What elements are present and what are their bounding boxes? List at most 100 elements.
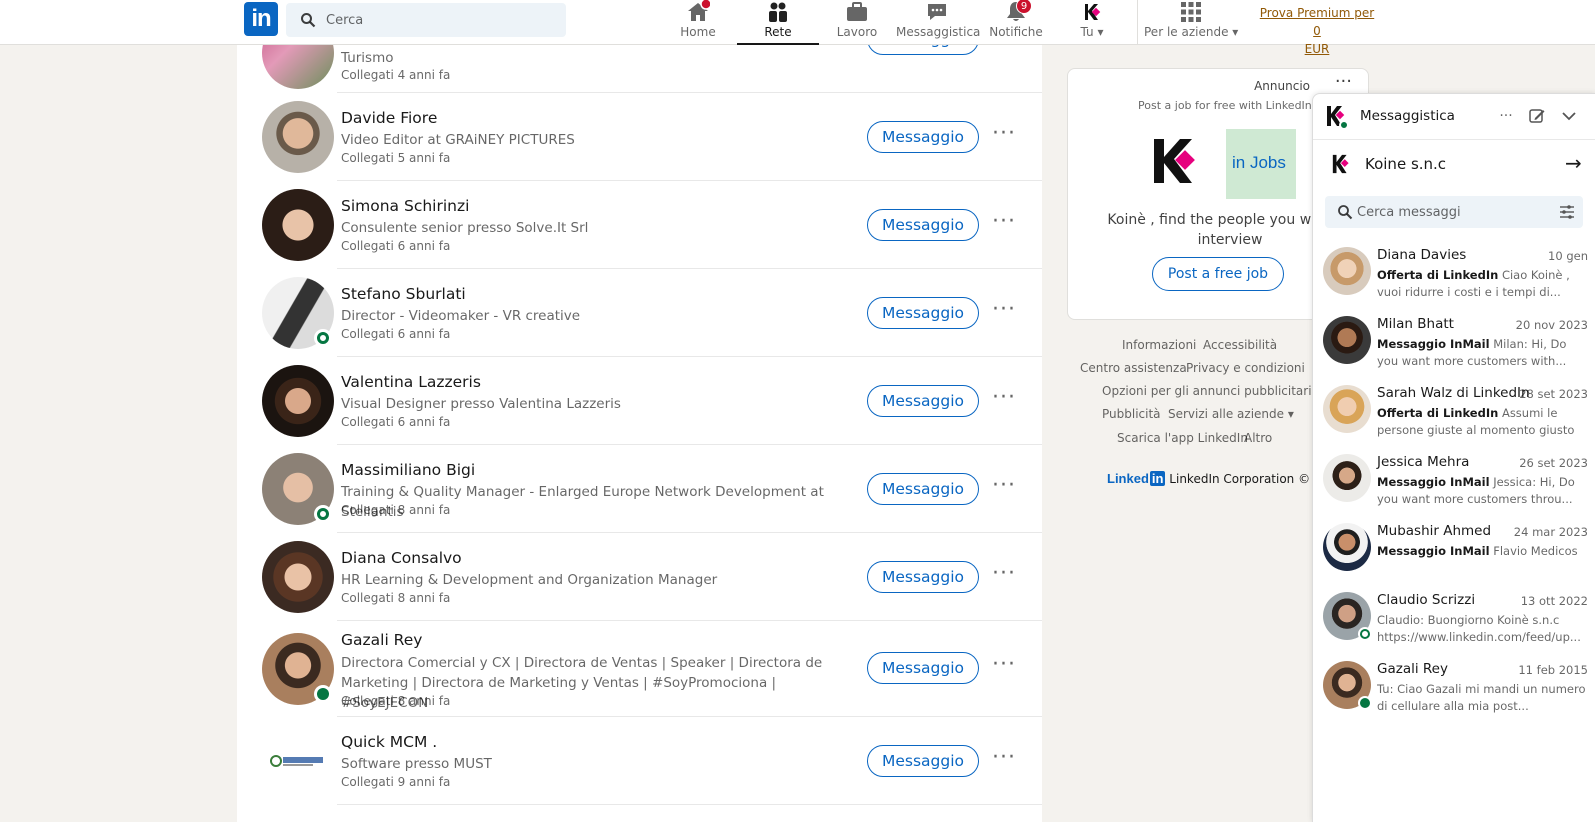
connection-name[interactable]: Simona Schirinzi (341, 197, 469, 215)
avatar (1323, 454, 1371, 502)
post-free-job-button[interactable]: Post a free job (1152, 257, 1284, 291)
footer-link[interactable]: Centro assistenza (1080, 361, 1187, 375)
footer-link[interactable]: Altro (1244, 431, 1272, 445)
messaging-header[interactable]: Messaggistica ··· (1313, 94, 1595, 140)
message-button[interactable]: Messaggio (867, 121, 979, 153)
message-button[interactable]: Messaggio (867, 45, 979, 55)
footer-brand: Linked in LinkedIn Corporation © 2024 (1107, 471, 1344, 486)
connection-row: Davide Fiore Video Editor at GRAiNEY PIC… (237, 93, 1042, 181)
message-button[interactable]: Messaggio (867, 561, 979, 593)
home-icon (688, 0, 710, 21)
message-button[interactable]: Messaggio (867, 745, 979, 777)
connection-name[interactable]: Valentina Lazzeris (341, 373, 481, 391)
connection-name[interactable]: Stefano Sburlati (341, 285, 466, 303)
avatar[interactable] (262, 725, 334, 797)
nav-notifications[interactable]: 9 Notifiche (988, 0, 1044, 45)
message-button[interactable]: Messaggio (867, 652, 979, 684)
footer-link[interactable]: Servizi alle aziende ▾ (1168, 407, 1294, 421)
footer-link[interactable]: Opzioni per gli annunci pubblicitari (1102, 384, 1312, 398)
connections-list: Turismo Collegati 4 anni fa Messaggio ··… (237, 45, 1042, 822)
linkedin-wordmark-icon: Linked in (1107, 471, 1166, 486)
conversation-date: 11 feb 2015 (1518, 663, 1588, 677)
search-input[interactable] (326, 3, 556, 37)
footer-link[interactable]: Scarica l'app LinkedIn (1117, 431, 1248, 445)
more-options-icon[interactable]: ··· (989, 561, 1019, 593)
ad-more-options-icon[interactable]: ··· (1335, 71, 1352, 92)
more-options-icon[interactable]: ··· (989, 297, 1019, 329)
arrow-right-icon[interactable]: → (1565, 151, 1582, 175)
connection-name[interactable]: Gazali Rey (341, 631, 422, 649)
nav-messaging-label: Messaggistica (896, 25, 981, 39)
avatar[interactable] (262, 45, 334, 89)
compose-icon[interactable] (1527, 106, 1547, 126)
conversation-item[interactable]: Jessica Mehra 26 set 2023 Messaggio InMa… (1313, 446, 1595, 516)
footer-link[interactable]: Informazioni (1122, 338, 1196, 352)
company-page-switcher[interactable]: Koine s.n.c → (1313, 140, 1595, 190)
nav-jobs[interactable]: Lavoro (832, 0, 882, 45)
conversation-date: 10 gen (1548, 249, 1588, 263)
linkedin-logo-icon[interactable]: in (244, 2, 278, 36)
conversation-item[interactable]: Mubashir Ahmed 24 mar 2023 Messaggio InM… (1313, 515, 1595, 585)
conversation-name: Milan Bhatt (1377, 316, 1454, 332)
more-options-icon[interactable]: ··· (989, 209, 1019, 241)
premium-link[interactable]: Prova Premium per 0 EUR (1257, 4, 1377, 58)
more-options-icon[interactable]: ··· (989, 121, 1019, 153)
nav-messaging[interactable]: Messaggistica (896, 0, 981, 45)
avatar[interactable] (262, 189, 334, 261)
message-button[interactable]: Messaggio (867, 297, 979, 329)
more-options-icon[interactable]: ··· (989, 745, 1019, 777)
conversation-item[interactable]: Claudio Scrizzi 13 ott 2022 Claudio: Buo… (1313, 584, 1595, 654)
chevron-down-icon[interactable] (1559, 106, 1579, 126)
footer-link[interactable]: Accessibilità (1203, 338, 1277, 352)
more-options-icon[interactable]: ··· (989, 45, 1019, 55)
chat-icon (928, 4, 946, 20)
nav-me[interactable]: Tu ▾ (1070, 0, 1114, 45)
message-button[interactable]: Messaggio (867, 209, 979, 241)
more-options-icon[interactable]: ··· (1496, 106, 1516, 126)
avatar[interactable] (262, 101, 334, 173)
messages-search-box[interactable] (1325, 196, 1583, 228)
conversation-tag: Messaggio InMail (1377, 544, 1490, 558)
avatar[interactable] (262, 365, 334, 437)
connection-time: Collegati 4 anni fa (341, 68, 451, 82)
koine-logo-icon[interactable] (1146, 131, 1206, 191)
nav-network[interactable]: Rete (737, 0, 819, 45)
network-icon (769, 2, 787, 22)
conversation-item[interactable]: Gazali Rey 11 feb 2015 Tu: Ciao Gazali m… (1313, 653, 1595, 723)
notifications-badge: 9 (1016, 0, 1032, 14)
conversation-date: 28 set 2023 (1519, 387, 1588, 401)
more-options-icon[interactable]: ··· (989, 652, 1019, 684)
conversation-preview: Messaggio InMail Jessica: Hi, Do you wan… (1377, 474, 1589, 508)
nav-business[interactable]: Per le aziende ▾ (1144, 0, 1238, 45)
conversation-date: 24 mar 2023 (1513, 525, 1588, 539)
footer-link[interactable]: Privacy e condizioni (1186, 361, 1305, 375)
conversation-item[interactable]: Diana Davies 10 gen Offerta di LinkedIn … (1313, 239, 1595, 309)
messaging-title: Messaggistica (1360, 108, 1455, 124)
connection-row: Massimiliano Bigi Training & Quality Man… (237, 445, 1042, 533)
connection-time: Collegati 9 anni fa (341, 775, 451, 789)
message-button[interactable]: Messaggio (867, 473, 979, 505)
more-options-icon[interactable]: ··· (989, 385, 1019, 417)
avatar[interactable] (262, 541, 334, 613)
online-status-icon (314, 685, 332, 703)
search-icon (1338, 205, 1353, 220)
connection-row: Turismo Collegati 4 anni fa Messaggio ··… (237, 45, 1042, 93)
connection-name[interactable]: Diana Consalvo (341, 549, 462, 567)
message-button[interactable]: Messaggio (867, 385, 979, 417)
search-icon (301, 13, 316, 28)
connection-name[interactable]: Massimiliano Bigi (341, 461, 475, 479)
connection-occupation: HR Learning & Development and Organizati… (341, 572, 718, 588)
connection-name[interactable]: Quick MCM . (341, 733, 437, 751)
search-box[interactable] (286, 3, 566, 37)
conversation-item[interactable]: Milan Bhatt 20 nov 2023 Messaggio InMail… (1313, 308, 1595, 378)
linkedin-jobs-logo[interactable]: in Jobs (1226, 129, 1296, 199)
messages-search-input[interactable] (1357, 196, 1547, 228)
conversation-tag: Messaggio InMail (1377, 475, 1490, 489)
filter-icon[interactable] (1559, 204, 1575, 220)
conversation-item[interactable]: Sarah Walz di LinkedIn 28 set 2023 Offer… (1313, 377, 1595, 447)
footer-link[interactable]: Pubblicità (1102, 407, 1161, 421)
conversation-name: Claudio Scrizzi (1377, 592, 1476, 608)
nav-home[interactable]: Home (671, 0, 725, 45)
connection-name[interactable]: Davide Fiore (341, 109, 437, 127)
more-options-icon[interactable]: ··· (989, 473, 1019, 505)
